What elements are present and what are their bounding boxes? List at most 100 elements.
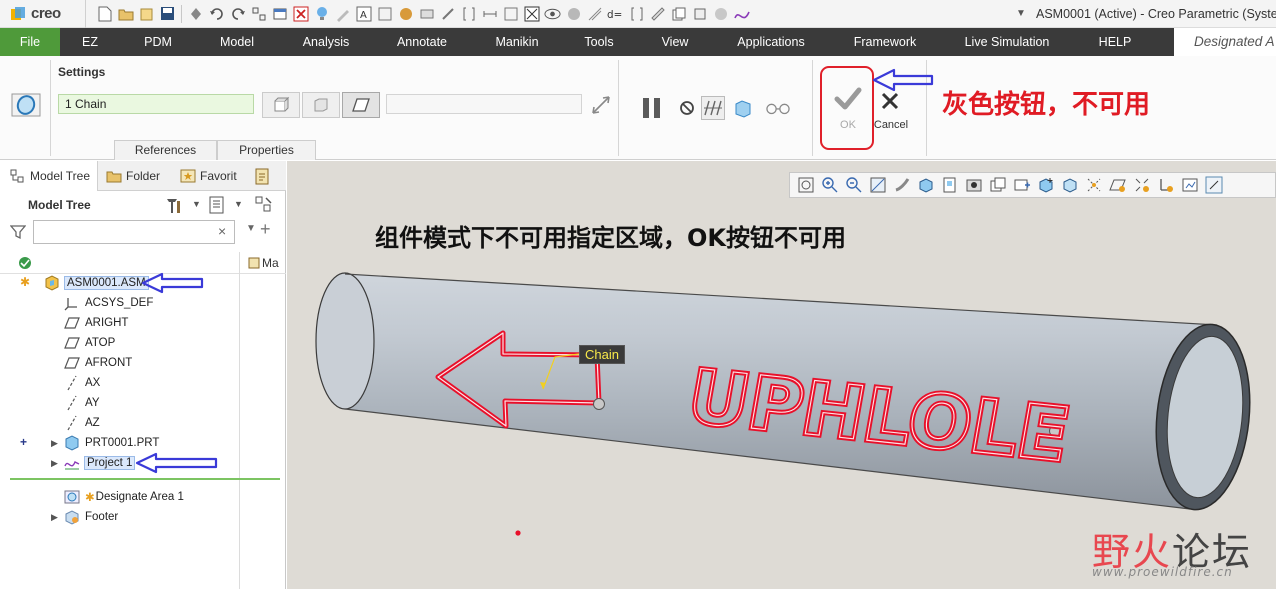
menu-file[interactable]: File	[0, 28, 60, 56]
expand-footer-icon[interactable]: ▶	[51, 512, 58, 523]
copy-icon[interactable]	[670, 5, 687, 22]
menu-live-simulation[interactable]: Live Simulation	[944, 28, 1070, 56]
brackets-2-icon[interactable]	[628, 5, 645, 22]
equation-icon[interactable]: d=	[607, 5, 624, 22]
tree-item-acsys-def[interactable]: ACSYS_DEF	[64, 294, 153, 312]
tree-search-input[interactable]	[33, 220, 235, 244]
perspective-icon[interactable]	[893, 176, 911, 194]
tree-item-atop[interactable]: ATOP	[64, 334, 115, 352]
analysis-icon[interactable]	[586, 5, 603, 22]
show-caret-icon[interactable]: ▼	[234, 199, 243, 209]
ok-check-icon[interactable]	[834, 86, 862, 112]
tree-item-az[interactable]: AZ	[64, 414, 100, 432]
sketch-tool-icon[interactable]	[334, 5, 351, 22]
tree-item-project1[interactable]: Project 1	[64, 454, 136, 472]
display-style-cube-icon[interactable]	[917, 176, 935, 194]
properties-tab[interactable]: Properties	[217, 140, 316, 160]
preview-feature-button[interactable]	[701, 96, 725, 120]
curve-tool-icon[interactable]	[733, 5, 750, 22]
tree-item-prt0001[interactable]: PRT0001.PRT	[64, 434, 159, 452]
brackets-icon[interactable]	[460, 5, 477, 22]
menu-framework[interactable]: Framework	[826, 28, 944, 56]
menu-help[interactable]: HELP	[1070, 28, 1160, 56]
tab-favorites[interactable]: Favorit	[180, 161, 242, 191]
undo-icon[interactable]	[208, 5, 225, 22]
settings-tools-icon[interactable]	[164, 195, 184, 215]
flip-direction-icon[interactable]	[590, 94, 612, 116]
view-eye-icon[interactable]	[544, 5, 561, 22]
menu-tools[interactable]: Tools	[564, 28, 634, 56]
tree-columns-icon[interactable]	[254, 195, 274, 215]
ok-button[interactable]: OK	[828, 119, 868, 131]
copy-2-icon[interactable]	[691, 5, 708, 22]
verify-model-button[interactable]	[731, 96, 755, 120]
dimension-icon[interactable]	[481, 5, 498, 22]
menu-model[interactable]: Model	[196, 28, 278, 56]
reference-collector[interactable]	[386, 94, 582, 114]
menu-manikin[interactable]: Manikin	[470, 28, 564, 56]
open-session-icon[interactable]	[138, 5, 155, 22]
tree-item-footer[interactable]: Footer	[64, 508, 118, 526]
zoom-in-icon[interactable]	[821, 176, 839, 194]
regenerate-icon[interactable]	[187, 5, 204, 22]
chain-collector[interactable]: 1 Chain	[58, 94, 254, 114]
more-tools-icon[interactable]	[1205, 176, 1223, 194]
tab-folder[interactable]: Folder	[106, 161, 172, 191]
area-type-plane-button[interactable]	[342, 92, 380, 118]
parameters-icon[interactable]	[418, 5, 435, 22]
measure-icon[interactable]	[439, 5, 456, 22]
glasses-button[interactable]	[766, 96, 790, 120]
sphere-icon[interactable]	[712, 5, 729, 22]
tree-item-aright[interactable]: ARIGHT	[64, 314, 128, 332]
datum-display-icon[interactable]	[1085, 176, 1103, 194]
expand-prt0001-icon[interactable]: ▶	[51, 438, 58, 449]
pause-button[interactable]	[640, 96, 664, 120]
menu-view[interactable]: View	[634, 28, 716, 56]
view-manager-icon[interactable]	[965, 176, 983, 194]
point-display-icon[interactable]	[1133, 176, 1151, 194]
no-preview-button[interactable]	[675, 96, 699, 120]
cut-icon[interactable]	[502, 5, 519, 22]
spin-center-icon[interactable]	[1013, 176, 1031, 194]
menu-annotate[interactable]: Annotate	[374, 28, 470, 56]
panel-options-icon[interactable]	[254, 167, 274, 187]
refit-icon[interactable]	[797, 176, 815, 194]
view-settings-icon[interactable]	[1181, 176, 1199, 194]
menu-analysis[interactable]: Analysis	[278, 28, 374, 56]
ruler-icon[interactable]	[649, 5, 666, 22]
tab-model-tree[interactable]: Model Tree	[0, 161, 98, 191]
close-window-icon[interactable]	[292, 5, 309, 22]
model-display-icon[interactable]	[1061, 176, 1079, 194]
plane-display-icon[interactable]	[1109, 176, 1127, 194]
designated-area-tab[interactable]: Designated A	[1174, 28, 1276, 56]
family-table-icon[interactable]	[397, 5, 414, 22]
show-options-icon[interactable]	[207, 195, 227, 215]
layers-icon[interactable]	[989, 176, 1007, 194]
cancel-button[interactable]: Cancel	[866, 119, 916, 131]
expand-project1-icon[interactable]: ▶	[51, 458, 58, 469]
clear-search-icon[interactable]: ×	[218, 223, 226, 239]
window-icon[interactable]	[271, 5, 288, 22]
saved-views-icon[interactable]	[941, 176, 959, 194]
repaint-icon[interactable]	[869, 176, 887, 194]
tree-item-afront[interactable]: AFRONT	[64, 354, 132, 372]
new-file-icon[interactable]	[96, 5, 113, 22]
csys-display-icon[interactable]	[1157, 176, 1175, 194]
menu-ez[interactable]: EZ	[60, 28, 120, 56]
insert-here-marker[interactable]	[10, 478, 280, 480]
tree-item-ay[interactable]: AY	[64, 394, 100, 412]
save-icon[interactable]	[159, 5, 176, 22]
tree-item-ax[interactable]: AX	[64, 374, 100, 392]
area-type-box-button[interactable]	[262, 92, 300, 118]
cancel-icon[interactable]	[879, 90, 901, 112]
menu-applications[interactable]: Applications	[716, 28, 826, 56]
tree-filter-icon[interactable]	[250, 5, 267, 22]
column-ma-header[interactable]: Ma	[248, 256, 279, 270]
title-dropdown-icon[interactable]: ▼	[1016, 0, 1026, 28]
redo-icon[interactable]	[229, 5, 246, 22]
shading-icon[interactable]	[565, 5, 582, 22]
open-folder-icon[interactable]	[117, 5, 134, 22]
tree-item-asm0001[interactable]: ASM0001.ASM	[44, 274, 149, 292]
menu-pdm[interactable]: PDM	[120, 28, 196, 56]
zoom-out-icon[interactable]	[845, 176, 863, 194]
